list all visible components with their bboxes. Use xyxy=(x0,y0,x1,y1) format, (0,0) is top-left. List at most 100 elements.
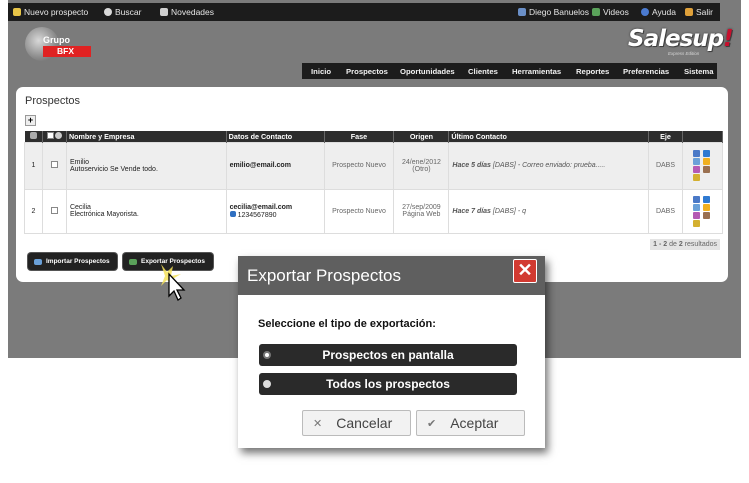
last-contact-when: Hace 7 días xyxy=(452,207,491,215)
col-name[interactable]: Nombre y Empresa xyxy=(66,131,227,142)
nav-inicio[interactable]: Inicio xyxy=(311,67,331,76)
folder-icon[interactable] xyxy=(693,219,701,227)
document-icon[interactable] xyxy=(693,158,701,165)
people-icon[interactable] xyxy=(703,211,711,219)
message-icon[interactable] xyxy=(693,150,701,157)
exit-label: Salir xyxy=(696,7,714,17)
nav-preferencias[interactable]: Preferencias xyxy=(623,67,669,76)
export-type-prompt: Seleccione el tipo de exportación: xyxy=(258,318,436,330)
col-number xyxy=(24,131,43,142)
option-all-prospects[interactable]: Todos los prospectos xyxy=(259,373,517,395)
table-row[interactable]: 2 Cecilia Electrónica Mayorista. cecilia@… xyxy=(24,188,724,234)
eje-cell: DABS xyxy=(648,188,683,234)
option-label: Prospectos en pantalla xyxy=(322,348,454,362)
add-person-icon xyxy=(13,8,21,16)
last-contact-text: - Correo enviado: prueba..... xyxy=(517,162,606,169)
user-link[interactable]: Diego Banuelos xyxy=(518,7,589,17)
row-select-cell xyxy=(41,141,67,190)
search-icon xyxy=(104,8,112,16)
contact-cell: emilio@email.com xyxy=(225,141,325,190)
folder-icon[interactable] xyxy=(693,174,701,181)
search-label: Buscar xyxy=(115,7,142,17)
select-all-checkbox[interactable] xyxy=(46,131,54,139)
videos-label: Videos xyxy=(603,7,629,17)
cancel-button[interactable]: ✕ Cancelar xyxy=(302,410,411,436)
exit-link[interactable]: Salir xyxy=(685,7,713,17)
col-last-contact[interactable]: Último Contacto xyxy=(448,131,649,142)
tag-icon[interactable] xyxy=(693,166,701,173)
star-icon[interactable] xyxy=(703,203,711,211)
message-icon[interactable] xyxy=(693,195,701,203)
col-origen[interactable]: Origen xyxy=(393,131,450,142)
search-link[interactable]: Buscar xyxy=(104,7,141,17)
help-link[interactable]: Ayuda xyxy=(641,7,676,17)
people-icon[interactable] xyxy=(703,166,711,173)
col-fase[interactable]: Fase xyxy=(324,131,395,142)
arrow-right-icon[interactable] xyxy=(703,150,711,157)
last-contact-text: - q xyxy=(517,207,526,215)
close-button[interactable]: ✕ xyxy=(513,259,537,283)
eje-cell: DABS xyxy=(648,141,683,190)
user-icon xyxy=(518,8,526,16)
nav-oportunidades[interactable]: Oportunidades xyxy=(400,67,455,76)
prospect-email[interactable]: emilio@email.com xyxy=(230,162,321,169)
last-contact-tag: [DABS] xyxy=(492,207,516,215)
last-contact-cell: Hace 5 días [DABS] - Correo enviado: pru… xyxy=(448,141,649,190)
origen-date: 27/sep/2009 xyxy=(402,204,441,211)
name-cell: Emilio Autoservicio Se Vende todo. xyxy=(65,141,227,190)
tag-icon[interactable] xyxy=(693,211,701,219)
accept-button[interactable]: ✔ Aceptar xyxy=(416,410,525,436)
row-number: 1 xyxy=(24,141,43,190)
accept-label: Aceptar xyxy=(450,415,499,431)
page-title: Prospectos xyxy=(25,95,81,107)
prospect-name[interactable]: Emilio xyxy=(70,159,223,166)
row-checkbox[interactable] xyxy=(50,206,58,214)
star-icon[interactable] xyxy=(703,158,711,165)
settings-icon[interactable] xyxy=(29,131,37,139)
video-icon xyxy=(592,8,600,16)
option-screen-prospects[interactable]: Prospectos en pantalla xyxy=(259,344,517,366)
col-contact[interactable]: Datos de Contacto xyxy=(226,131,325,142)
col-eje[interactable]: Eje xyxy=(648,131,683,142)
brand-edition: Express Edition xyxy=(668,51,700,56)
help-icon xyxy=(641,8,649,16)
videos-link[interactable]: Videos xyxy=(592,7,629,17)
new-prospect-label: Nuevo prospecto xyxy=(24,7,89,17)
nav-prospectos[interactable]: Prospectos xyxy=(346,67,388,76)
news-link[interactable]: Novedades xyxy=(160,7,214,17)
table-row[interactable]: 1 Emilio Autoservicio Se Vende todo. emil… xyxy=(24,141,724,190)
radio-selected-icon[interactable] xyxy=(263,351,271,359)
import-icon xyxy=(34,258,42,265)
last-contact-when: Hace 5 días xyxy=(452,162,491,169)
add-prospect-button[interactable]: + xyxy=(25,115,36,126)
import-label: Importar Prospectos xyxy=(46,258,110,265)
row-checkbox[interactable] xyxy=(50,161,58,168)
prospects-panel: Prospectos + Nombre y Empresa Datos de C… xyxy=(16,87,728,282)
arrow-right-icon[interactable] xyxy=(703,195,711,203)
salesup-brand: Salesup! xyxy=(628,26,734,52)
import-prospects-button[interactable]: Importar Prospectos xyxy=(28,253,117,270)
prospects-table: Nombre y Empresa Datos de Contacto Fase … xyxy=(24,131,724,234)
user-label: Diego Banuelos xyxy=(529,7,590,17)
new-prospect-link[interactable]: Nuevo prospecto xyxy=(13,7,88,17)
nav-reportes[interactable]: Reportes xyxy=(576,67,609,76)
fase-cell: Prospecto Nuevo xyxy=(323,141,395,190)
prospect-email[interactable]: cecilia@email.com xyxy=(230,204,321,211)
origen-cell: 24/ene/2012 (Otro) xyxy=(393,141,450,190)
dialog-title: Exportar Prospectos xyxy=(238,256,545,295)
nav-sistema[interactable]: Sistema xyxy=(684,67,714,76)
document-icon[interactable] xyxy=(693,203,701,211)
nav-clientes[interactable]: Clientes xyxy=(468,67,498,76)
close-icon: ✕ xyxy=(517,260,533,280)
mouse-cursor-icon xyxy=(161,264,186,301)
checkmark-icon: ✔ xyxy=(427,417,437,430)
origen-source: Página Web xyxy=(402,211,441,218)
prospect-phone[interactable]: 1234567890 xyxy=(238,212,277,219)
prospect-name[interactable]: Cecilia xyxy=(70,204,223,211)
add-circle-icon[interactable] xyxy=(54,131,62,139)
nav-herramientas[interactable]: Herramientas xyxy=(512,67,561,76)
radio-icon[interactable] xyxy=(263,380,271,388)
last-contact-tag: [DABS] xyxy=(492,162,516,169)
logo-text-grupo: Grupo xyxy=(43,35,70,45)
row-number: 2 xyxy=(24,188,43,234)
